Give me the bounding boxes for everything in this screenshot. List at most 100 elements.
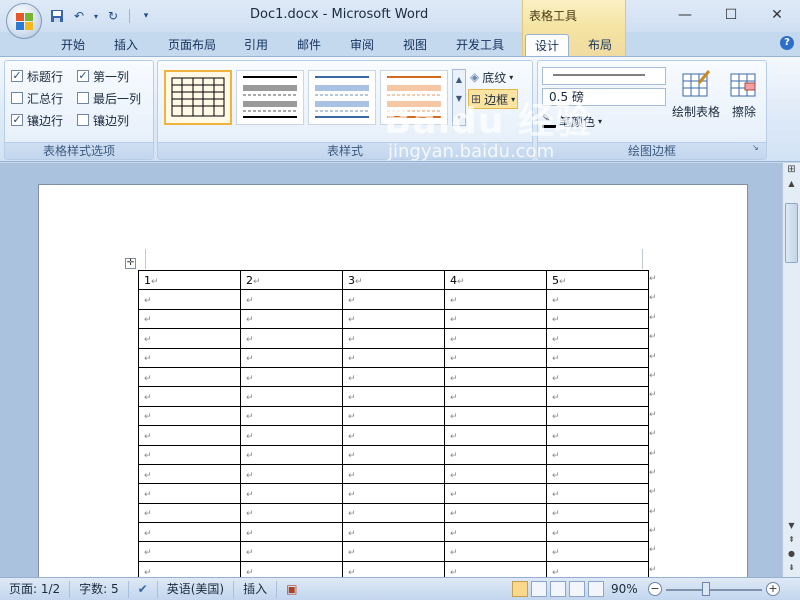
table-cell[interactable]: ↵ [342,483,445,504]
table-row[interactable]: ↵ ↵ ↵ ↵ ↵ [138,522,649,543]
table-cell[interactable]: ↵ [444,463,547,485]
table-row[interactable]: ↵ ↵ ↵ ↵ ↵ [138,425,649,446]
table-cell[interactable]: 5↵ [546,269,649,291]
table-cell[interactable]: ↵ [240,502,343,524]
table-row[interactable]: ↵ ↵ ↵ ↵ ↵ [138,289,649,310]
table-cell[interactable]: ↵ [240,541,343,562]
table-cell[interactable]: ↵ [138,444,241,465]
table-cell[interactable]: ↵ [240,463,343,485]
table-cell[interactable]: ↵ [138,463,241,485]
vertical-scrollbar[interactable]: ⊞ ▲ ▼ ⇞ ● ⇟ [782,163,800,577]
table-cell[interactable]: ↵ [546,366,649,388]
tab-mailings[interactable]: 邮件 [289,34,329,56]
tab-page-layout[interactable]: 页面布局 [160,34,224,56]
table-cell[interactable]: ↵ [444,522,547,543]
table-cell[interactable]: ↵ [342,560,445,577]
table-cell[interactable]: ↵ [138,289,241,310]
table-cell[interactable]: ↵ [138,425,241,446]
table-cell[interactable]: ↵ [342,522,445,543]
table-cell[interactable]: ↵ [342,347,445,368]
table-row[interactable]: ↵ ↵ ↵ ↵ ↵ [138,483,649,504]
gallery-more-icon[interactable]: ▾ [453,108,465,127]
table-cell[interactable]: ↵ [342,502,445,524]
undo-dropdown-icon[interactable]: ▾ [92,7,100,25]
tab-view[interactable]: 视图 [395,34,435,56]
table-cell[interactable]: ↵ [240,425,343,446]
word-count[interactable]: 字数: 5 [70,580,129,598]
table-cell[interactable]: ↵ [444,308,547,330]
macro-record-icon[interactable]: ▣ [277,581,306,598]
tab-home[interactable]: 开始 [53,34,93,56]
line-style-dropdown[interactable] [542,67,666,85]
header-row-checkbox[interactable]: ✓ 标题行 [11,68,63,84]
table-cell[interactable]: ↵ [138,522,241,543]
table-header-row[interactable]: 1↵ 2↵ 3↵ 4↵ 5↵ [138,269,649,291]
help-icon[interactable]: ? [780,36,794,50]
table-row[interactable]: ↵ ↵ ↵ ↵ ↵ [138,502,649,524]
maximize-icon[interactable]: ☐ [708,0,754,30]
print-layout-icon[interactable] [512,581,528,597]
dialog-launcher-icon[interactable]: ↘ [752,143,762,153]
banded-columns-checkbox[interactable]: 镶边列 [77,112,129,128]
table-cell[interactable]: ↵ [138,328,241,349]
table-style-grid-thumbnail[interactable] [164,70,232,125]
table-cell[interactable]: ↵ [444,366,547,388]
table-cell[interactable]: ↵ [342,463,445,485]
table-cell[interactable]: ↵ [444,328,547,349]
document-page[interactable]: ✛ 1↵ 2↵ 3↵ 4↵ 5↵ ↵ ↵ ↵ ↵ ↵ ↵ ↵ ↵ ↵ ↵ ↵ ↵ ↵ ↵ ↵ ↵ ↵ ↵ ↵ ↵ ↵ ↵ ↵ ↵ ↵ ↵ ↵ ↵… [38,184,748,577]
table-row[interactable]: ↵ ↵ ↵ ↵ ↵ [138,328,649,349]
table-cell[interactable]: ↵ [240,386,343,407]
select-browse-object-icon[interactable]: ● [783,547,800,561]
table-row[interactable]: ↵ ↵ ↵ ↵ ↵ [138,405,649,427]
tab-references[interactable]: 引用 [236,34,276,56]
banded-rows-checkbox[interactable]: ✓ 镶边行 [11,112,63,128]
table-cell[interactable]: ↵ [240,444,343,465]
table-cell[interactable]: ↵ [546,386,649,407]
ruler-toggle-icon[interactable]: ⊞ [783,163,800,177]
office-button[interactable] [6,3,42,39]
language-indicator[interactable]: 英语(美国) [158,580,235,598]
web-layout-icon[interactable] [550,581,566,597]
table-cell[interactable]: ↵ [240,522,343,543]
tab-developer[interactable]: 开发工具 [448,34,512,56]
table-cell[interactable]: ↵ [444,347,547,368]
minimize-icon[interactable]: — [662,0,708,30]
table-cell[interactable]: ↵ [240,483,343,504]
table-row[interactable]: ↵ ↵ ↵ ↵ ↵ [138,347,649,368]
table-cell[interactable]: ↵ [444,483,547,504]
table-cell[interactable]: ↵ [138,560,241,577]
zoom-out-icon[interactable]: − [648,582,662,596]
gallery-down-icon[interactable]: ▼ [453,89,465,108]
table-style-gray-shading-thumbnail[interactable] [236,70,304,125]
table-cell[interactable]: ↵ [342,366,445,388]
table-cell[interactable]: ↵ [138,386,241,407]
tab-review[interactable]: 审阅 [342,34,382,56]
table-cell[interactable]: ↵ [444,289,547,310]
table-cell[interactable]: ↵ [546,405,649,427]
redo-icon[interactable]: ↻ [104,7,122,25]
total-row-checkbox[interactable]: 汇总行 [11,90,63,106]
page-indicator[interactable]: 页面: 1/2 [0,580,71,598]
close-icon[interactable]: ✕ [754,0,800,30]
table-cell[interactable]: ↵ [546,463,649,485]
table-cell[interactable]: ↵ [240,328,343,349]
table-row[interactable]: ↵ ↵ ↵ ↵ ↵ [138,463,649,485]
table-row[interactable]: ↵ ↵ ↵ ↵ ↵ [138,308,649,330]
table-cell[interactable]: ↵ [342,308,445,330]
draw-table-button[interactable]: 绘制表格 [670,69,722,141]
table-cell[interactable]: ↵ [138,541,241,562]
eraser-button[interactable]: 擦除 [724,69,764,141]
table-cell[interactable]: ↵ [342,386,445,407]
table-cell[interactable]: ↵ [342,289,445,310]
table-cell[interactable]: 3↵ [342,269,445,291]
table-cell[interactable]: ↵ [138,483,241,504]
table-cell[interactable]: ↵ [546,444,649,465]
zoom-slider-track[interactable] [666,589,762,591]
zoom-in-icon[interactable]: + [766,582,780,596]
undo-icon[interactable]: ↶ [70,7,88,25]
table-cell[interactable]: ↵ [444,502,547,524]
shading-button[interactable]: ◈ 底纹 ▾ [470,67,513,87]
table-cell[interactable]: ↵ [240,405,343,427]
customize-qat-icon[interactable]: ▾ [137,7,155,25]
scroll-thumb[interactable] [785,203,798,263]
